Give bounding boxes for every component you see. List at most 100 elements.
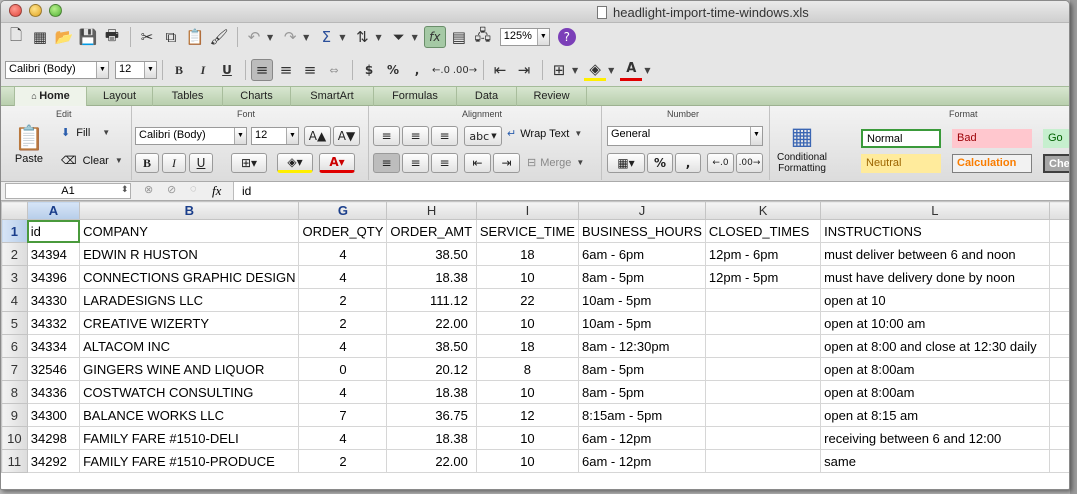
table-cell[interactable]: 10 (475, 426, 579, 450)
table-cell[interactable]: 10 (475, 449, 579, 473)
table-cell[interactable]: open at 8:15 am (820, 403, 1050, 427)
wrap-text-button[interactable]: ↵ Wrap Text ▼ (507, 127, 588, 141)
table-cell[interactable]: 4 (298, 380, 388, 404)
font-color-dropdown-icon[interactable]: ▼ (644, 66, 650, 75)
confirm-entry-icon[interactable]: ⊘ (167, 183, 176, 196)
decrease-font-size-icon[interactable]: A▼ (333, 126, 360, 146)
style-check-cell[interactable]: Che (1043, 154, 1069, 173)
merge-button[interactable]: ⊟ Merge ▼ (527, 156, 590, 170)
row-header[interactable]: 8 (1, 380, 28, 404)
table-cell[interactable]: 10 (475, 380, 579, 404)
save-icon[interactable]: 💾 (77, 26, 99, 48)
ribbon-increase-decimal-icon[interactable]: ←.0 (707, 153, 734, 173)
table-cell[interactable]: id (26, 219, 81, 243)
table-cell[interactable]: COMPANY (79, 219, 300, 243)
align-bottom-icon[interactable]: ≡ (431, 126, 458, 146)
column-header-g[interactable]: G (298, 201, 388, 220)
column-header-i[interactable]: I (475, 201, 579, 220)
align-left-ribbon-icon[interactable]: ≡ (373, 153, 400, 173)
style-normal[interactable]: Normal (861, 129, 941, 148)
bold-button[interactable]: B (168, 59, 190, 81)
clear-button[interactable]: ⌫ Clear ▼ (61, 154, 129, 168)
table-cell[interactable]: GINGERS WINE AND LIQUOR (79, 357, 300, 381)
table-cell[interactable]: 38.50 (386, 334, 477, 358)
style-calculation[interactable]: Calculation (952, 154, 1032, 173)
align-center-ribbon-icon[interactable]: ≡ (402, 153, 429, 173)
new-document-icon[interactable]: 🗋 (5, 26, 27, 48)
table-cell[interactable]: 10 (475, 265, 579, 289)
accounting-format-icon[interactable]: ▦▾ (607, 153, 645, 173)
media-browser-icon[interactable]: 🖧 (472, 26, 494, 48)
align-right-icon[interactable]: ≡ (299, 59, 321, 81)
orientation-button[interactable]: abc ▼ (464, 126, 502, 146)
table-cell[interactable]: 4 (298, 334, 388, 358)
ribbon-font-name-select[interactable]: Calibri (Body) ▼ (135, 127, 247, 145)
row-header[interactable]: 3 (1, 265, 28, 289)
table-cell[interactable]: 12pm - 5pm (704, 265, 822, 289)
table-cell[interactable] (704, 288, 822, 312)
table-cell[interactable]: must deliver between 6 and noon (820, 242, 1050, 266)
table-cell[interactable]: 8:15am - 5pm (577, 403, 706, 427)
select-all-corner[interactable] (1, 201, 28, 220)
redo-dropdown-icon[interactable]: ▼ (303, 33, 309, 42)
table-cell[interactable]: 34332 (26, 311, 81, 335)
ribbon-increase-indent-icon[interactable]: ⇥ (493, 153, 520, 173)
table-cell-empty[interactable] (1048, 449, 1069, 473)
table-cell[interactable]: 34330 (26, 288, 81, 312)
table-cell[interactable]: open at 8:00am (820, 357, 1050, 381)
table-cell[interactable]: 22.00 (386, 311, 477, 335)
table-cell[interactable]: 20.12 (386, 357, 477, 381)
ribbon-borders-icon[interactable]: ⊞▾ (231, 153, 267, 173)
redo-icon[interactable]: ↷ (279, 26, 301, 48)
row-header[interactable]: 9 (1, 403, 28, 427)
table-cell-empty[interactable] (1048, 426, 1069, 450)
column-header-k[interactable]: K (704, 201, 822, 220)
font-color-icon[interactable]: A (620, 59, 643, 81)
table-cell[interactable]: LARADESIGNS LLC (79, 288, 300, 312)
print-icon[interactable]: 🖶 (101, 26, 123, 48)
tab-smartart[interactable]: SmartArt (291, 87, 374, 106)
minimize-button[interactable] (29, 4, 42, 17)
increase-decimal-icon[interactable]: ←.0 (430, 59, 452, 81)
table-cell[interactable]: 34334 (26, 334, 81, 358)
table-cell[interactable]: 2 (298, 288, 388, 312)
decrease-decimal-icon[interactable]: .00→ (453, 59, 477, 81)
table-cell-empty[interactable] (1048, 334, 1069, 358)
borders-icon[interactable]: ⊞ (548, 59, 570, 81)
table-cell[interactable] (704, 403, 822, 427)
table-cell-empty[interactable] (1048, 242, 1069, 266)
row-header[interactable]: 7 (1, 357, 28, 381)
table-cell[interactable]: 18.38 (386, 380, 477, 404)
align-middle-icon[interactable]: ≡ (402, 126, 429, 146)
table-cell[interactable]: ALTACOM INC (79, 334, 300, 358)
borders-dropdown-icon[interactable]: ▼ (572, 66, 578, 75)
table-cell[interactable]: 2 (298, 449, 388, 473)
table-cell[interactable]: 111.12 (386, 288, 477, 312)
table-cell[interactable]: ORDER_QTY (298, 219, 388, 243)
table-cell[interactable] (704, 357, 822, 381)
table-cell[interactable]: CLOSED_TIMES (704, 219, 822, 243)
show-hide-icon[interactable]: ▤ (448, 26, 470, 48)
table-cell[interactable]: 18.38 (386, 265, 477, 289)
copy-icon[interactable]: ⧉ (160, 26, 182, 48)
name-box[interactable]: A1 (5, 183, 131, 199)
table-cell[interactable]: FAMILY FARE #1510-PRODUCE (79, 449, 300, 473)
table-cell[interactable]: 18 (475, 334, 579, 358)
cut-icon[interactable]: ✂ (136, 26, 158, 48)
table-cell[interactable]: 6am - 6pm (577, 242, 706, 266)
tab-charts[interactable]: Charts (223, 87, 291, 106)
column-header-blank[interactable] (1048, 201, 1069, 220)
table-cell-empty[interactable] (1048, 403, 1069, 427)
table-cell[interactable]: 22 (475, 288, 579, 312)
table-cell[interactable]: 8 (475, 357, 579, 381)
paste-button[interactable]: 📋 Paste (11, 124, 47, 165)
paste-icon[interactable]: 📋 (184, 26, 206, 48)
table-cell[interactable]: 34298 (26, 426, 81, 450)
undo-dropdown-icon[interactable]: ▼ (267, 33, 273, 42)
table-cell[interactable]: 0 (298, 357, 388, 381)
table-cell[interactable]: same (820, 449, 1050, 473)
filter-icon[interactable]: ⏷ (388, 26, 410, 48)
ribbon-underline-button[interactable]: U (189, 153, 213, 173)
table-cell-empty[interactable] (1048, 288, 1069, 312)
ribbon-italic-button[interactable]: I (162, 153, 186, 173)
